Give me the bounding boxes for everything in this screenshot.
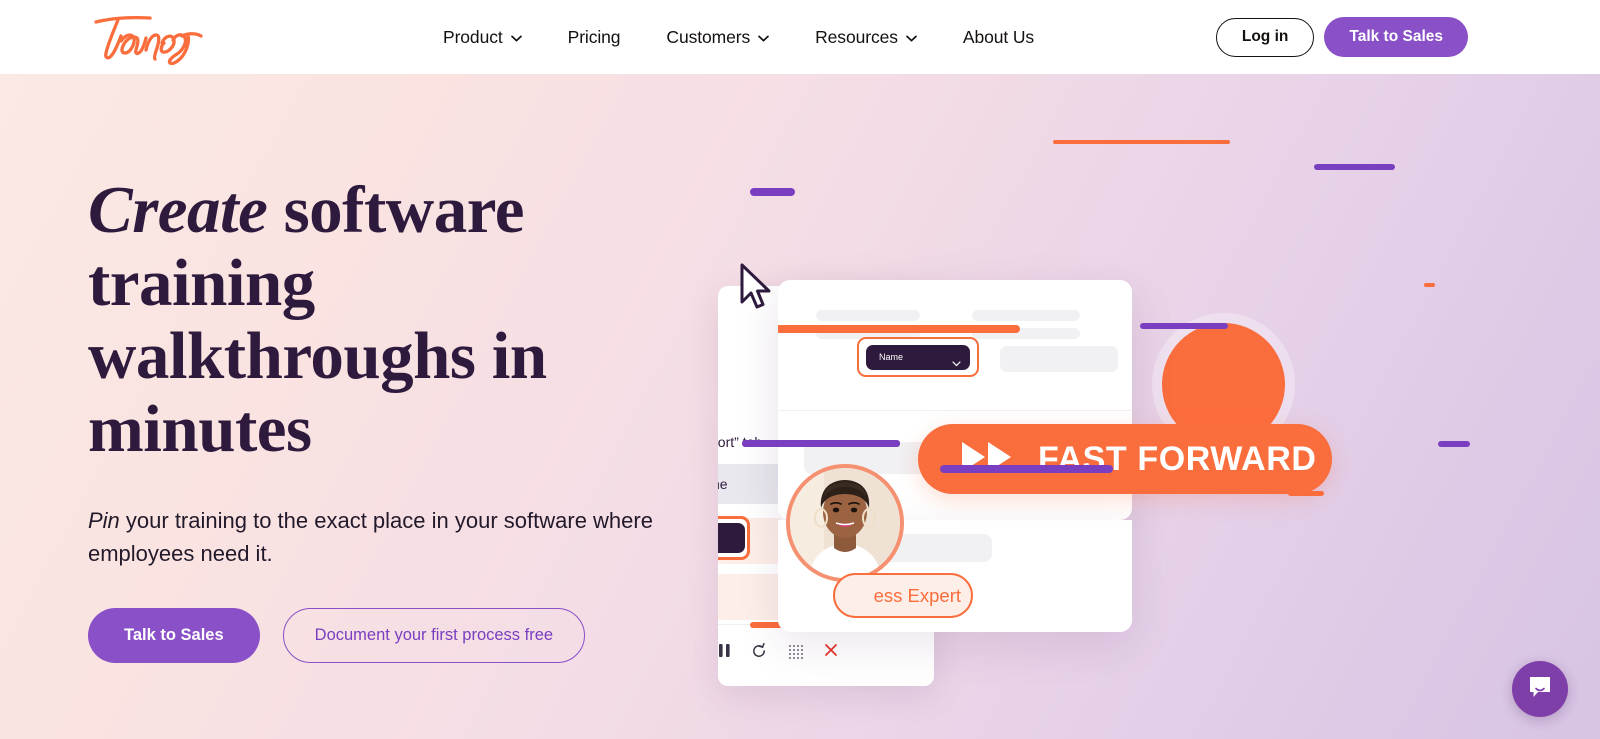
top-navigation-bar: Product Pricing Customers Resources Abou… (0, 0, 1600, 74)
deco-orange-bar-top (1053, 140, 1230, 144)
headline-emphasis: Create (88, 173, 268, 247)
nav-item-product[interactable]: Product (420, 0, 545, 74)
chevron-down-icon (952, 354, 961, 367)
deco-purple-bar-lower (940, 465, 1113, 473)
page-title: Create software training walkthroughs in… (88, 174, 668, 466)
grid-icon[interactable] (788, 644, 803, 664)
smiling-person-avatar (790, 468, 900, 578)
mouse-pointer-icon (737, 262, 777, 314)
primary-nav-links: Product Pricing Customers Resources Abou… (420, 0, 1057, 74)
process-expert-pill[interactable]: ess Expert (833, 573, 973, 618)
hero-copy: Create software training walkthroughs in… (88, 174, 688, 663)
subheading-rest: your training to the exact place in your… (88, 508, 653, 566)
chevron-down-icon (510, 35, 522, 42)
name-dropdown-label: Name (879, 352, 904, 362)
nav-item-about-us[interactable]: About Us (940, 0, 1057, 74)
front-card-skeleton-line-2 (972, 310, 1080, 321)
close-icon[interactable] (824, 643, 838, 662)
subheading-emphasis: Pin (88, 508, 120, 533)
deco-orange-dot-right (1424, 283, 1435, 287)
illustration-toolbar (718, 622, 940, 686)
hero-subheading: Pin your training to the exact place in … (88, 504, 668, 570)
name-dropdown[interactable]: Name (866, 344, 970, 370)
nav-item-label: About Us (962, 26, 1035, 47)
front-card-skeleton-line-1 (816, 310, 920, 321)
nav-item-label: Customers (666, 26, 751, 47)
name-dropdown-focus-ring: Name (857, 337, 979, 377)
tango-logo-mark (94, 15, 203, 66)
nav-item-customers[interactable]: Customers (643, 0, 792, 74)
back-card-pink-chip-3 (718, 574, 784, 620)
hero-section: Create software training walkthroughs in… (0, 74, 1600, 739)
talk-to-sales-hero-button[interactable]: Talk to Sales (88, 608, 260, 663)
restart-icon[interactable] (751, 642, 767, 664)
nav-item-label: Pricing (567, 26, 621, 47)
tango-logo[interactable] (88, 8, 204, 66)
deco-purple-bar-mid (1140, 323, 1228, 329)
hero-cta-row: Talk to Sales Document your first proces… (88, 608, 688, 663)
front-card-orange-highlight-bar (778, 325, 1020, 333)
back-card-highlighted-chip[interactable] (718, 516, 750, 560)
front-card-divider (778, 410, 1132, 411)
nav-item-label: Resources (815, 26, 898, 47)
intercom-chat-launcher[interactable] (1512, 661, 1568, 717)
fast-forward-badge: FAST FORWARD (918, 424, 1332, 494)
nav-item-label: Product (443, 26, 503, 47)
back-card-text-fragment-2: ne (718, 476, 728, 492)
chevron-down-icon (758, 35, 769, 42)
talk-to-sales-nav-button[interactable]: Talk to Sales (1324, 17, 1468, 57)
pause-icon[interactable] (718, 643, 731, 663)
chevron-down-icon (906, 35, 917, 42)
deco-purple-strike-bar (742, 440, 900, 447)
avatar (786, 464, 904, 582)
nav-action-buttons: Log in Talk to Sales (1215, 0, 1468, 74)
front-card-skeleton-field (1000, 346, 1118, 372)
intercom-chat-icon (1527, 674, 1553, 705)
login-button[interactable]: Log in (1215, 17, 1315, 57)
deco-purple-bar-far (1438, 441, 1470, 447)
process-expert-pill-label: ess Expert (873, 584, 961, 606)
nav-item-pricing[interactable]: Pricing (545, 0, 644, 74)
document-first-process-button[interactable]: Document your first process free (282, 608, 586, 663)
deco-purple-bar-right (1314, 164, 1395, 170)
hero-illustration: port” tab ne (700, 184, 1380, 714)
nav-item-resources[interactable]: Resources (792, 0, 940, 74)
